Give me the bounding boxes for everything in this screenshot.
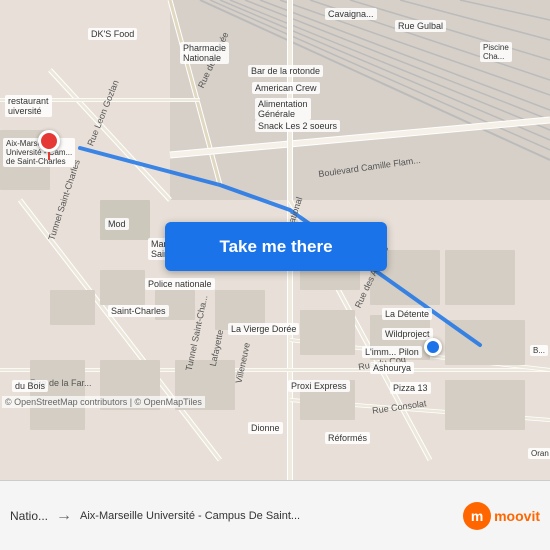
- poi-snack: Snack Les 2 soeurs: [255, 120, 340, 132]
- poi-mod: Mod: [105, 218, 129, 230]
- moovit-text: moovit: [494, 508, 540, 524]
- origin-pin: [38, 130, 60, 158]
- arrow-icon: →: [56, 507, 72, 525]
- poi-rue-gulbal: Rue Gulbal: [395, 20, 446, 32]
- destination-pin: [424, 338, 442, 356]
- poi-reformes: Réformés: [325, 432, 370, 444]
- poi-oran: Oran: [528, 448, 550, 459]
- poi-restaurant: restaurantuiversité: [5, 95, 52, 117]
- poi-proxi: Proxi Express: [288, 380, 350, 392]
- poi-pharmacie: PharmacieNationale: [180, 42, 229, 64]
- poi-alimentation: AlimentationGénérale: [255, 98, 311, 120]
- bottom-bar: Natio... → Aix-Marseille Université - Ca…: [0, 480, 550, 550]
- poi-wildproject: Wildproject: [382, 328, 433, 340]
- poi-b: B...: [530, 345, 548, 356]
- poi-dk-food: DK'S Food: [88, 28, 137, 40]
- poi-imm-pilon: L'imm... Pilon: [362, 346, 422, 358]
- poi-vierge-doree: La Vierge Dorée: [228, 323, 299, 335]
- origin-box: Natio...: [10, 509, 48, 523]
- poi-pizza: Pizza 13: [390, 382, 431, 394]
- osm-attribution: © OpenStreetMap contributors | © OpenMap…: [2, 396, 205, 408]
- poi-cavaigna: Cavaigna...: [325, 8, 377, 20]
- map-container: DK'S Food PharmacieNationale Bar de la r…: [0, 0, 550, 480]
- take-me-there-button[interactable]: Take me there: [165, 222, 387, 271]
- moovit-icon: m: [463, 502, 491, 530]
- poi-police: Police nationale: [145, 278, 215, 290]
- poi-du-bois: du Bois: [12, 380, 48, 392]
- moovit-logo: m moovit: [463, 502, 540, 530]
- origin-short-label: Natio...: [10, 509, 48, 523]
- poi-piscine: PiscineCha...: [480, 42, 512, 62]
- poi-bar-rotonde: Bar de la rotonde: [248, 65, 323, 77]
- poi-la-detente: La Détente: [382, 308, 432, 320]
- poi-saint-charles: Saint-Charles: [108, 305, 169, 317]
- poi-ashourya: Ashourya: [370, 362, 414, 374]
- poi-dionne: Dionne: [248, 422, 283, 434]
- poi-american-crew: American Crew: [252, 82, 320, 94]
